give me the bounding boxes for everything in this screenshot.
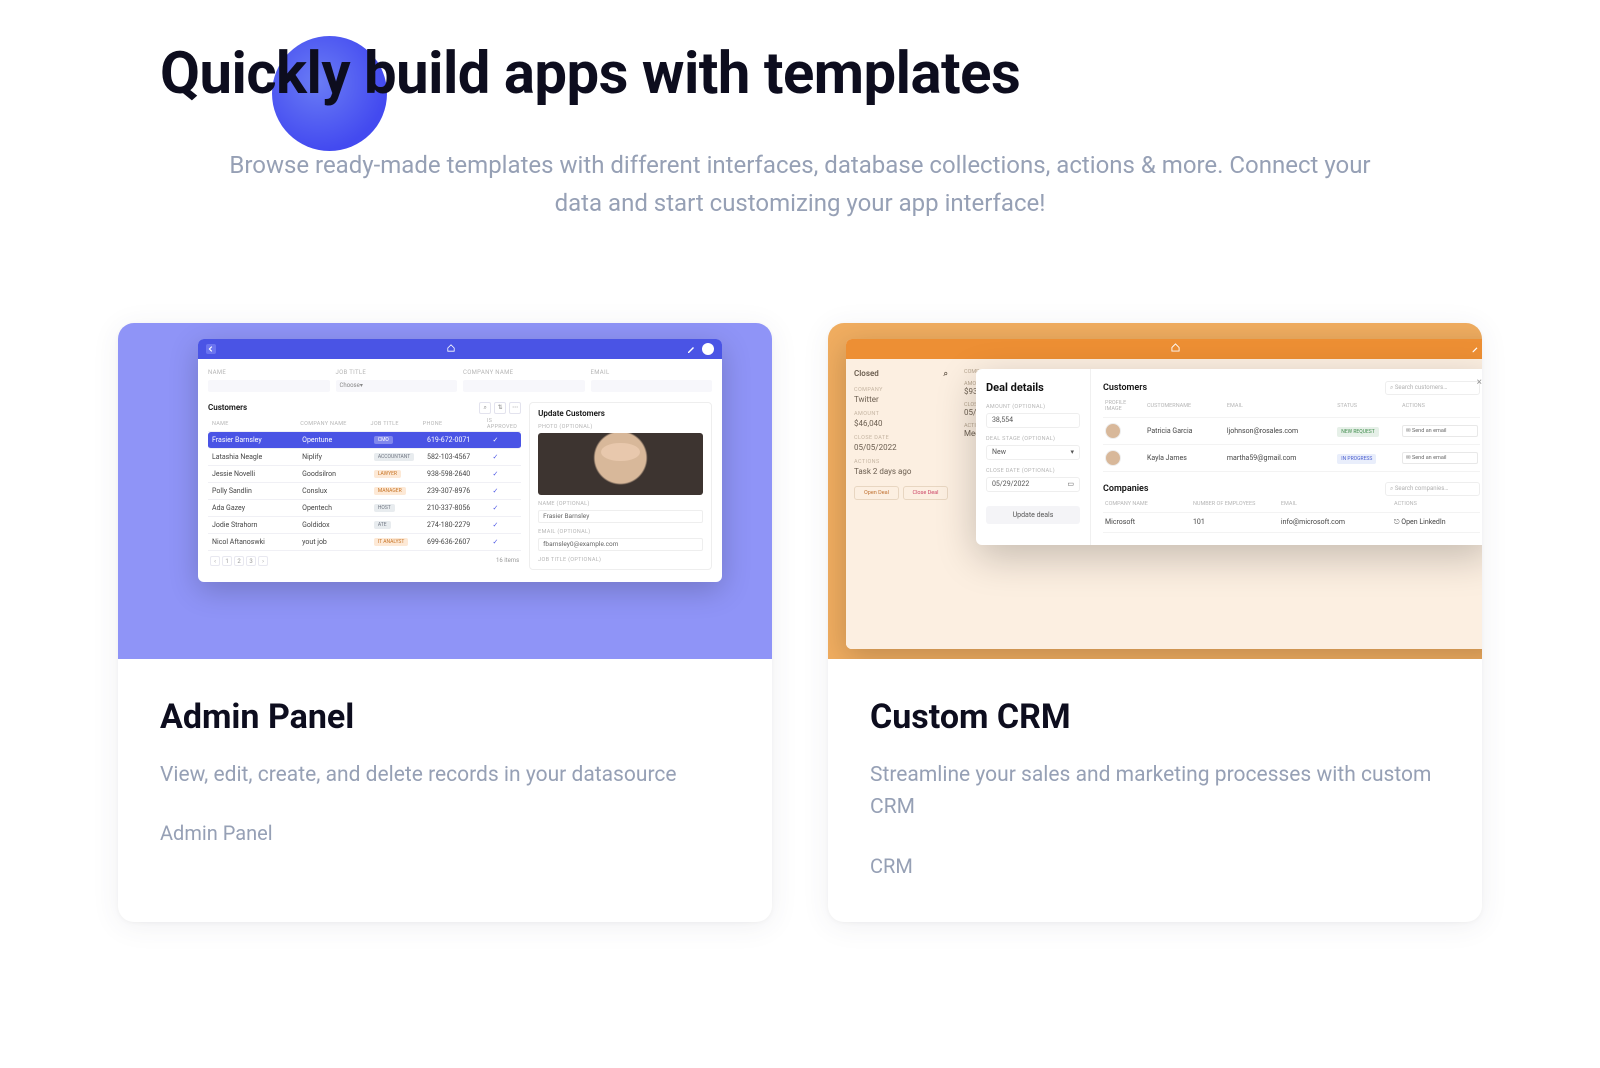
table-row: Nicol Aftanoswkiyout jobIT ANALYST699-63…	[208, 534, 521, 551]
crm-side-panel: Closed⌕ COMPANYTwitterAMOUNT$46,040CLOSE…	[846, 359, 956, 649]
close-deal-btn: Close Deal	[903, 486, 948, 500]
crm-deal-modal: Deal details AMOUNT (OPTIONAL) 38,554 DE…	[976, 369, 1482, 545]
update-deals-btn: Update deals	[986, 506, 1080, 524]
template-card-custom-crm[interactable]: Closed⌕ COMPANYTwitterAMOUNT$46,040CLOSE…	[828, 323, 1482, 922]
admin-filter-row: NAMEJOB TITLEChoose ▾COMPANY NAMEEMAIL	[198, 359, 722, 402]
card-preview: NAMEJOB TITLEChoose ▾COMPANY NAMEEMAIL C…	[118, 323, 772, 659]
customers-thead: PROFILE IMAGECUSTOMERNAMEEMAILSTATUSACTI…	[1103, 395, 1480, 418]
card-preview: Closed⌕ COMPANYTwitterAMOUNT$46,040CLOSE…	[828, 323, 1482, 659]
table-row: Latashia NeagleNiplifyACCOUNTANT582-103-…	[208, 449, 521, 466]
edit-icon	[1470, 344, 1480, 354]
close-date-label: CLOSE DATE (OPTIONAL)	[986, 468, 1080, 474]
admin-pager: ‹123› 16 items	[208, 551, 521, 566]
table-row: Jodie StrahornGoldidoxATE274-180-2279✓	[208, 517, 521, 534]
card-desc: Streamline your sales and marketing proc…	[870, 759, 1440, 824]
search-icon: ⌕	[479, 402, 491, 414]
photo-label: PHOTO (OPTIONAL)	[538, 424, 703, 430]
home-icon	[846, 343, 1482, 354]
companies-thead: COMPANY NAMENUMBER OF EMPLOYEESEMAILACTI…	[1103, 496, 1480, 513]
home-icon	[222, 344, 680, 354]
hero-title: Quickly build apps with templates	[60, 40, 1540, 108]
companies-section-title: Companies	[1103, 484, 1149, 494]
table-row: Polly SandlinConsluxMANAGER239-307-8976✓	[208, 483, 521, 500]
template-cards: NAMEJOB TITLEChoose ▾COMPANY NAMEEMAIL C…	[60, 323, 1540, 922]
email-label: EMAIL (OPTIONAL)	[538, 529, 703, 535]
stage-value: New▾	[986, 445, 1080, 460]
search-icon: ⌕	[944, 369, 948, 379]
card-title: Custom CRM	[870, 697, 1440, 737]
companies-search: ⌕ Search companies…	[1385, 482, 1480, 496]
close-icon: ×	[1477, 377, 1482, 388]
email-value: fbarnsley0@example.com	[538, 538, 703, 551]
admin-table: Customers ⌕ ⇅ ⋯ NAMECOMPANY NAMEJOB TITL…	[208, 402, 521, 570]
admin-mock-window: NAMEJOB TITLEChoose ▾COMPANY NAMEEMAIL C…	[198, 339, 722, 582]
card-title: Admin Panel	[160, 697, 730, 737]
customers-section-title: Customers	[1103, 383, 1147, 393]
admin-thead: NAMECOMPANY NAMEJOB TITLEPHONEIS APPROVE…	[208, 418, 521, 432]
card-tag: Admin Panel	[160, 821, 730, 845]
table-row: Patricia Garcialjohnson@rosales.comNEW R…	[1103, 418, 1480, 445]
admin-table-title: Customers	[208, 403, 247, 412]
admin-total: 16 items	[496, 557, 519, 564]
open-deal-btn: Open Deal	[854, 486, 899, 500]
chevron-down-icon: ▾	[1070, 448, 1074, 456]
table-row: Kayla Jamesmartha59@gmail.comIN PROGRESS…	[1103, 445, 1480, 472]
calendar-icon: ▭	[1067, 480, 1074, 488]
crm-side-header: Closed	[854, 369, 879, 379]
table-row: Microsoft101info@microsoft.com⎋ Open Lin…	[1103, 513, 1480, 533]
modal-title: Deal details	[986, 381, 1080, 394]
avatar-icon	[702, 343, 714, 355]
stage-label: DEAL STAGE (OPTIONAL)	[986, 436, 1080, 442]
edit-icon	[686, 344, 696, 354]
name-label: NAME (OPTIONAL)	[538, 501, 703, 507]
amount-label: AMOUNT (OPTIONAL)	[986, 404, 1080, 410]
card-tag: CRM	[870, 854, 1440, 878]
back-icon	[206, 344, 216, 354]
crm-topbar	[846, 339, 1482, 359]
hero-subtitle: Browse ready-made templates with differe…	[210, 146, 1390, 223]
admin-topbar	[198, 339, 722, 359]
name-value: Frasier Barnsley	[538, 510, 703, 523]
close-date-value: 05/29/2022▭	[986, 477, 1080, 492]
crm-mock-window: Closed⌕ COMPANYTwitterAMOUNT$46,040CLOSE…	[846, 339, 1482, 649]
job-label: JOB TITLE (OPTIONAL)	[538, 557, 703, 563]
table-row: Frasier BarnsleyOpentuneCMO619-672-0071✓	[208, 432, 521, 449]
amount-value: 38,554	[986, 413, 1080, 428]
more-icon: ⋯	[509, 402, 521, 414]
table-row: Ada GazeyOpentechHOST210-337-8056✓	[208, 500, 521, 517]
update-title: Update Customers	[538, 409, 703, 418]
card-desc: View, edit, create, and delete records i…	[160, 759, 730, 792]
customers-search: ⌕ Search customers…	[1385, 381, 1480, 395]
template-card-admin-panel[interactable]: NAMEJOB TITLEChoose ▾COMPANY NAMEEMAIL C…	[118, 323, 772, 922]
filter-icon: ⇅	[494, 402, 506, 414]
admin-update-panel: Update Customers PHOTO (OPTIONAL) NAME (…	[529, 402, 712, 570]
admin-table-toolbar: ⌕ ⇅ ⋯	[479, 402, 521, 414]
table-row: Jessie NovelliGoodsilronLAWYER938-598-26…	[208, 466, 521, 483]
customer-photo	[538, 433, 703, 495]
